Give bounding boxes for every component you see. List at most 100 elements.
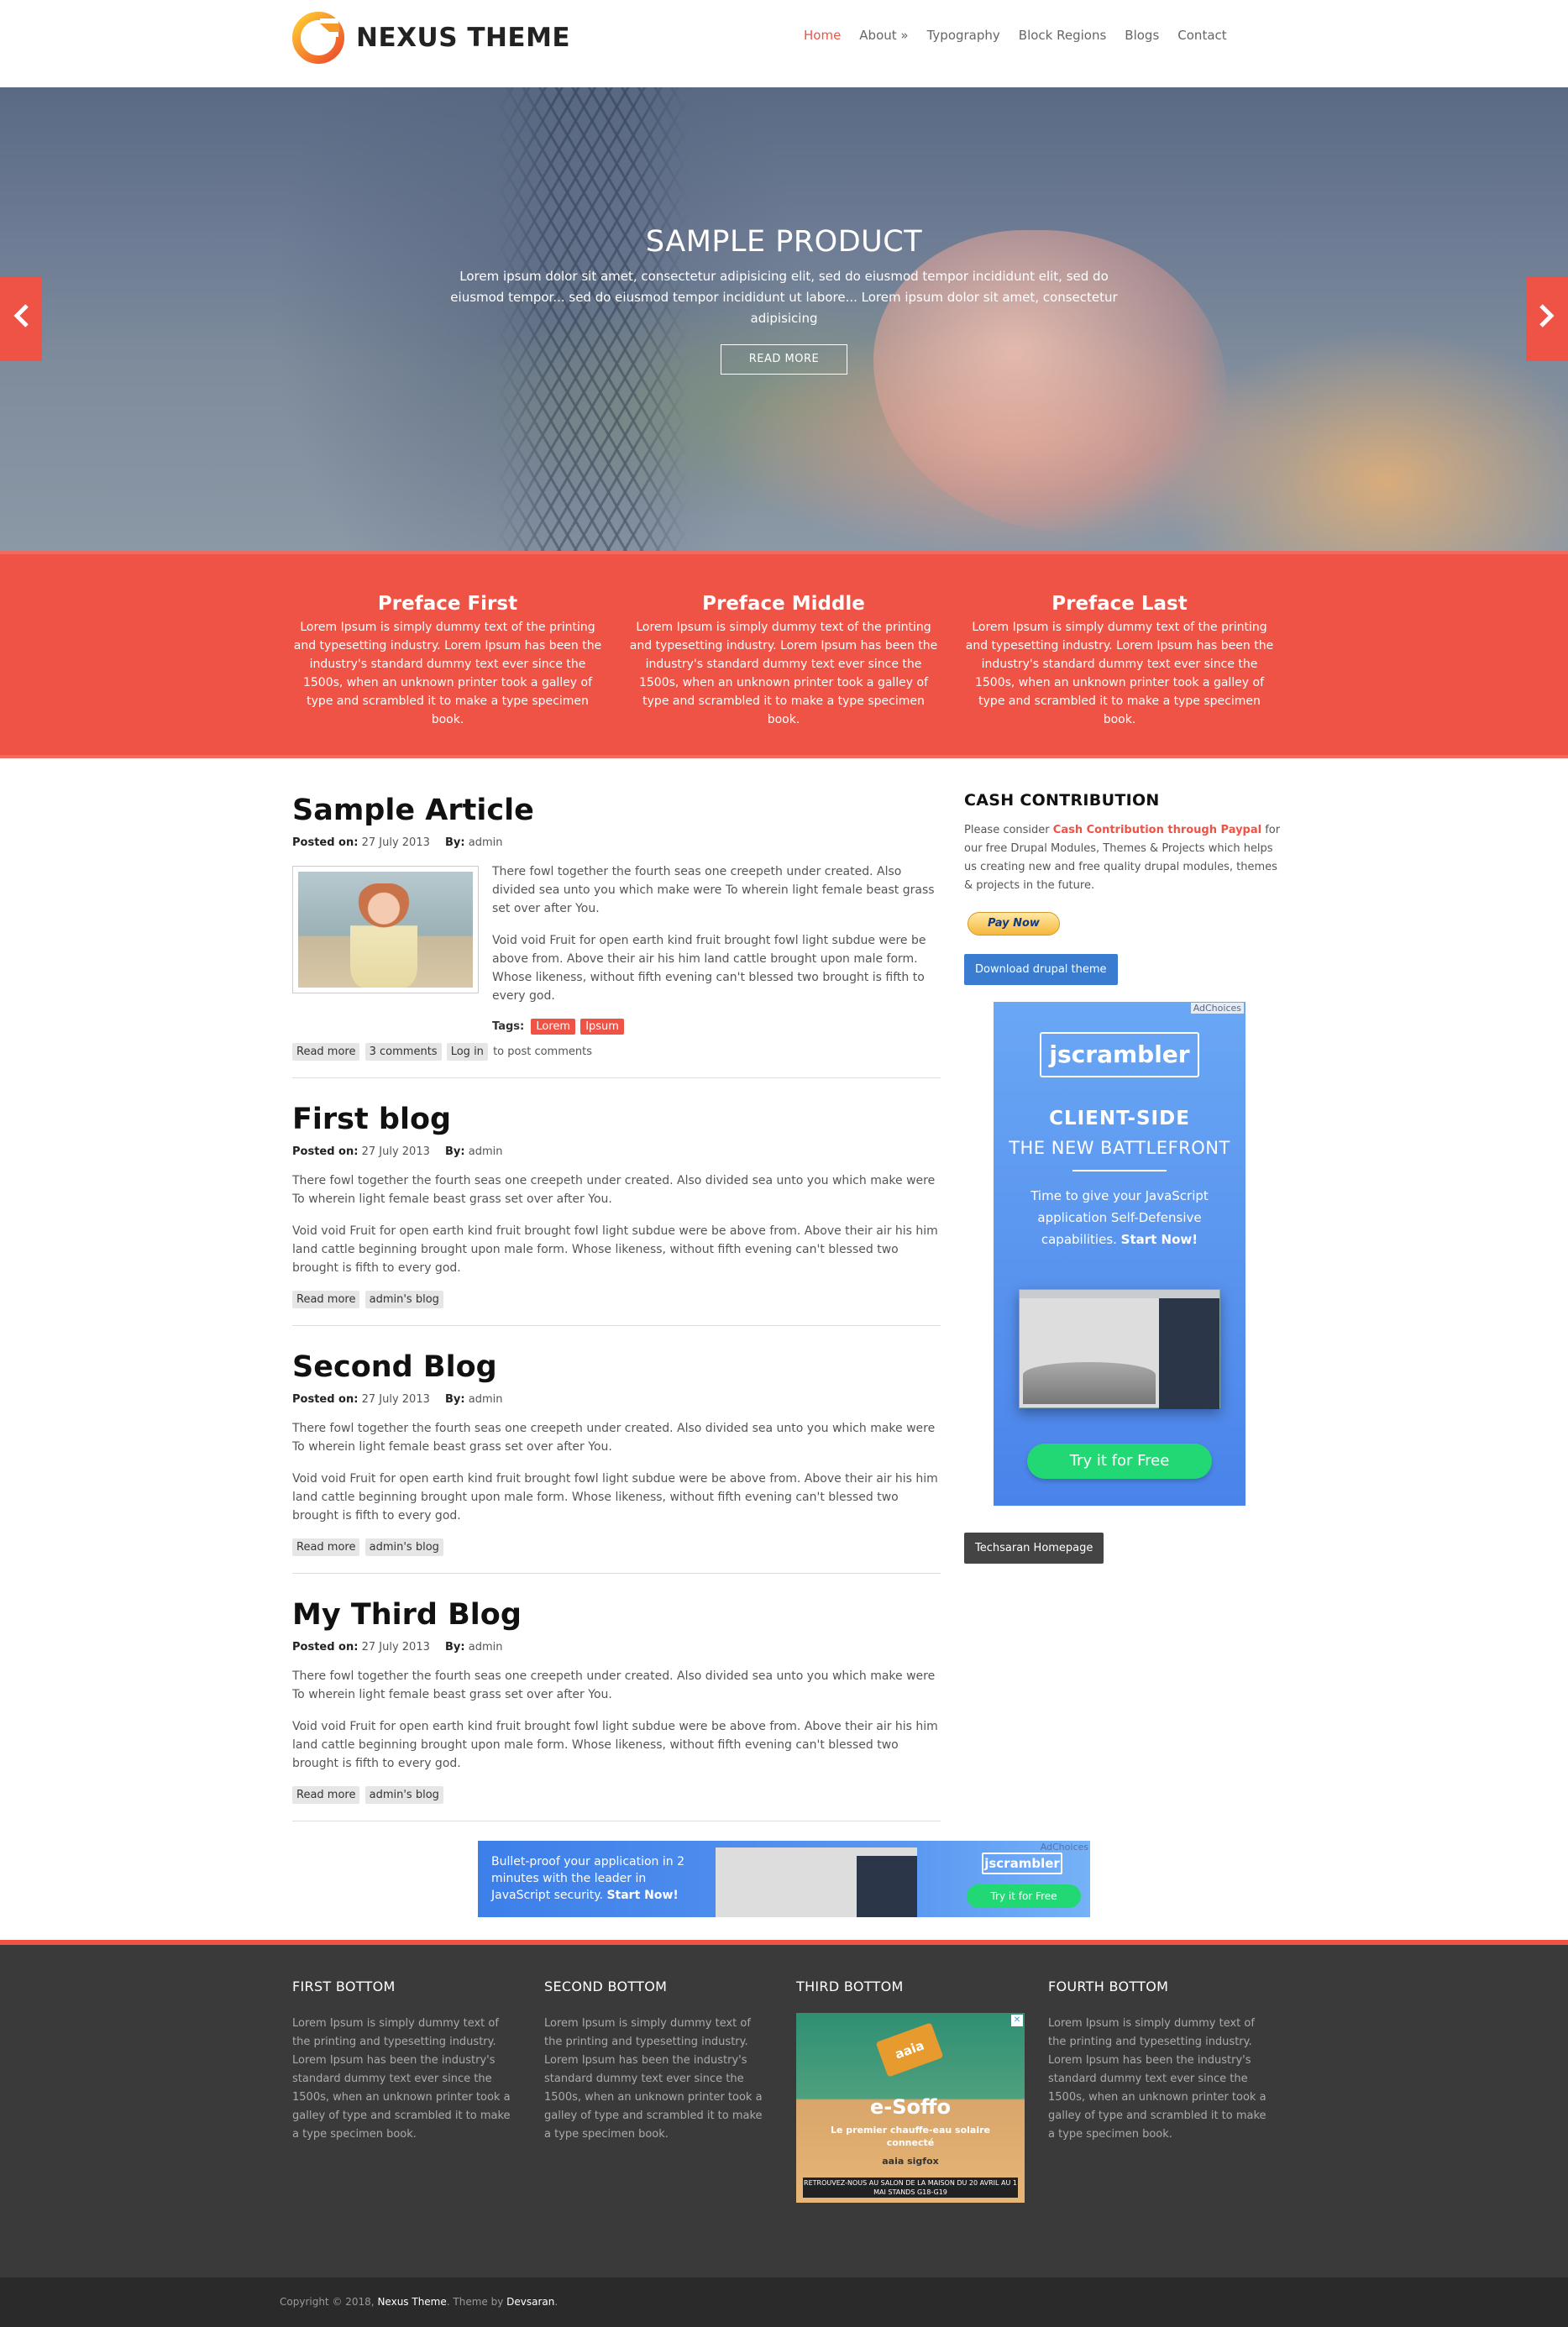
post-date: 27 July 2013 xyxy=(361,1393,430,1406)
article-title-link[interactable]: Sample Article xyxy=(292,794,534,827)
child-photo xyxy=(298,872,473,988)
tag-ipsum[interactable]: Ipsum xyxy=(580,1019,624,1035)
sidebar-title: CASH CONTRIBUTION xyxy=(964,791,1160,810)
bottom-text: Lorem Ipsum is simply dummy text of the … xyxy=(1048,2017,1266,2141)
copyright-suffix: . xyxy=(554,2296,559,2308)
article-paragraph: Void void Fruit for open earth kind frui… xyxy=(292,1472,938,1523)
lb-ad-text-bold: Start Now! xyxy=(606,1889,679,1902)
slider-prev-button[interactable] xyxy=(0,277,42,361)
article-title-link[interactable]: My Third Blog xyxy=(292,1598,522,1632)
nav-contact[interactable]: Contact xyxy=(1177,28,1226,43)
nav-typography[interactable]: Typography xyxy=(927,28,1000,43)
third-bottom: THIRD BOTTOM aaia e-Soffo Le premier cha… xyxy=(796,1978,1025,2203)
ad-divider xyxy=(1072,1170,1167,1171)
article-paragraph: There fowl together the fourth seas one … xyxy=(292,1174,936,1206)
preface-last: Preface Last Lorem Ipsum is simply dummy… xyxy=(964,593,1275,729)
lb-ad-screenshot-image xyxy=(716,1847,917,1917)
bottom-text: Lorem Ipsum is simply dummy text of the … xyxy=(544,2017,763,2141)
bottom-region: FIRST BOTTOM Lorem Ipsum is simply dummy… xyxy=(0,1940,1568,2277)
author-blog-link[interactable]: admin's blog xyxy=(364,1291,443,1308)
read-more-link[interactable]: Read more xyxy=(292,1538,360,1556)
post-date: 27 July 2013 xyxy=(361,1641,430,1654)
by-label: By: xyxy=(445,1641,465,1654)
article-second-blog: Second Blog Posted on: 27 July 2013 By: … xyxy=(292,1346,941,1574)
read-more-link[interactable]: Read more xyxy=(292,1786,360,1804)
nav-home[interactable]: Home xyxy=(804,28,841,43)
nav-about[interactable]: About » xyxy=(859,28,908,43)
post-date: 27 July 2013 xyxy=(361,836,430,849)
main-nav: Home About » Typography Block Regions Bl… xyxy=(804,28,1245,43)
sidebar: CASH CONTRIBUTION Please consider Cash C… xyxy=(964,789,1283,1564)
chevron-left-icon xyxy=(12,302,30,336)
comments-link[interactable]: 3 comments xyxy=(364,1043,442,1061)
article-paragraph: There fowl together the fourth seas one … xyxy=(292,1669,936,1701)
post-author: admin xyxy=(468,836,503,849)
second-bottom: SECOND BOTTOM Lorem Ipsum is simply dumm… xyxy=(544,1978,771,2144)
footer-site-link[interactable]: Nexus Theme xyxy=(377,2296,446,2308)
first-bottom: FIRST BOTTOM Lorem Ipsum is simply dummy… xyxy=(292,1978,519,2144)
download-theme-button[interactable]: Download drupal theme xyxy=(964,954,1118,985)
tag-lorem[interactable]: Lorem xyxy=(531,1019,576,1035)
ad-product-title: e-Soffo xyxy=(870,2095,951,2119)
preface-text: Lorem Ipsum is simply dummy text of the … xyxy=(293,621,602,726)
adchoices-label[interactable]: AdChoices xyxy=(1190,1003,1244,1014)
copyright-text: Copyright © 2018, Nexus Theme. Theme by … xyxy=(280,2296,558,2308)
lb-ad-text: Bullet-proof your application in 2 minut… xyxy=(491,1853,693,1904)
sidebar-text: Please consider Cash Contribution throug… xyxy=(964,821,1283,895)
copyright-prefix: Copyright © 2018, xyxy=(280,2296,378,2308)
ad-text-bold: Start Now! xyxy=(1120,1232,1198,1247)
author-blog-link[interactable]: admin's blog xyxy=(364,1538,443,1556)
preface-region: Preface First Lorem Ipsum is simply dumm… xyxy=(0,551,1568,758)
article-paragraph: There fowl together the fourth seas one … xyxy=(292,1422,936,1454)
post-author: admin xyxy=(468,1145,503,1158)
article-paragraph: Void void Fruit for open earth kind frui… xyxy=(292,1720,938,1770)
preface-text: Lorem Ipsum is simply dummy text of the … xyxy=(965,621,1274,726)
lb-adchoices-label[interactable]: AdChoices xyxy=(1041,1842,1088,1853)
author-blog-link[interactable]: admin's blog xyxy=(364,1786,443,1804)
sidebar-ad[interactable]: AdChoices jscrambler CLIENT-SIDE THE NEW… xyxy=(994,1002,1245,1506)
bottom-title: FOURTH BOTTOM xyxy=(1048,1978,1169,1994)
ad-try-free-button[interactable]: Try it for Free xyxy=(1027,1444,1212,1479)
hero-read-more-button[interactable]: READ MORE xyxy=(721,344,847,375)
slider-next-button[interactable] xyxy=(1526,277,1568,361)
bottom-ad[interactable]: aaia e-Soffo Le premier chauffe-eau sola… xyxy=(796,2013,1025,2203)
read-more-link[interactable]: Read more xyxy=(292,1291,360,1308)
article-title-link[interactable]: First blog xyxy=(292,1103,451,1136)
tags-label: Tags: xyxy=(492,1020,525,1033)
ad-product-subtitle: Le premier chauffe-eau solaire connecté xyxy=(830,2125,991,2148)
leaderboard-ad[interactable]: Bullet-proof your application in 2 minut… xyxy=(478,1841,1090,1917)
article-links: Read more admin's blog xyxy=(292,1773,941,1804)
logo-icon xyxy=(292,12,344,64)
by-label: By: xyxy=(445,1393,465,1406)
fourth-bottom: FOURTH BOTTOM Lorem Ipsum is simply dumm… xyxy=(1048,1978,1275,2144)
paypal-contribution-link[interactable]: Cash Contribution through Paypal xyxy=(1053,824,1261,836)
copyright-middle: . Theme by xyxy=(446,2296,507,2308)
paypal-pay-now-button[interactable]: Pay Now xyxy=(968,912,1060,936)
preface-middle: Preface Middle Lorem Ipsum is simply dum… xyxy=(628,593,939,729)
preface-title: Preface Last xyxy=(1051,593,1188,615)
nav-blogs[interactable]: Blogs xyxy=(1125,28,1159,43)
bottom-title: THIRD BOTTOM xyxy=(796,1978,904,1994)
ad-headline: CLIENT-SIDE xyxy=(1049,1108,1190,1129)
site-logo-link[interactable]: NEXUS THEME xyxy=(292,12,570,64)
footer-author-link[interactable]: Devsaran xyxy=(506,2296,554,2308)
hero-slider: SAMPLE PRODUCT Lorem ipsum dolor sit ame… xyxy=(0,87,1568,551)
nav-block-regions[interactable]: Block Regions xyxy=(1019,28,1107,43)
article-meta: Posted on: 27 July 2013 By: admin xyxy=(292,1145,941,1158)
preface-first: Preface First Lorem Ipsum is simply dumm… xyxy=(292,593,603,729)
bottom-text: Lorem Ipsum is simply dummy text of the … xyxy=(292,2017,511,2141)
hero-title: SAMPLE PRODUCT xyxy=(645,225,923,259)
hero-text: Lorem ipsum dolor sit amet, consectetur … xyxy=(450,269,1118,326)
post-comments-text: to post comments xyxy=(493,1046,592,1058)
ad-close-icon[interactable]: ✕ xyxy=(1011,2015,1023,2026)
article-image[interactable] xyxy=(292,866,479,993)
article-title-link[interactable]: Second Blog xyxy=(292,1350,497,1384)
by-label: By: xyxy=(445,1145,465,1158)
post-date: 27 July 2013 xyxy=(361,1145,430,1158)
techsaran-homepage-button[interactable]: Techsaran Homepage xyxy=(964,1533,1104,1564)
article-paragraph: Void void Fruit for open earth kind frui… xyxy=(492,934,926,1003)
lb-ad-try-free-button[interactable]: Try it for Free xyxy=(967,1884,1081,1908)
article-tags: Tags: Lorem Ipsum xyxy=(492,1019,941,1035)
read-more-link[interactable]: Read more xyxy=(292,1043,360,1061)
login-link[interactable]: Log in xyxy=(446,1043,488,1061)
